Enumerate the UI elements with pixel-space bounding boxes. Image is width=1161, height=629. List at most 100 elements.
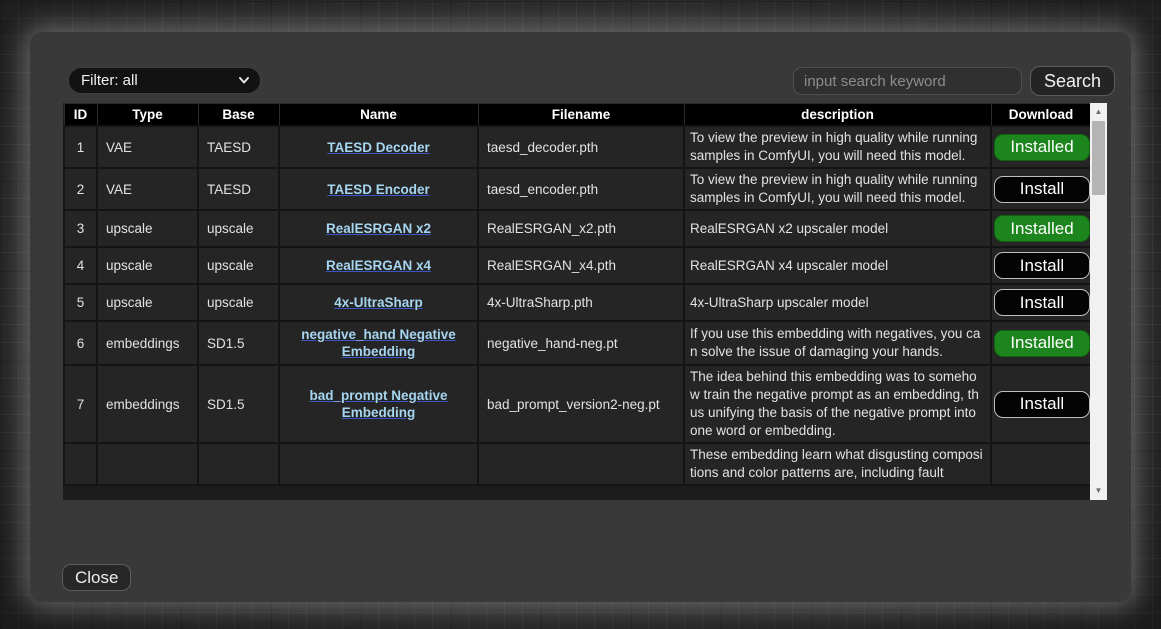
cell-base: [198, 443, 279, 485]
model-name-link[interactable]: 4x-UltraSharp: [334, 295, 423, 310]
model-table: IDTypeBaseNameFilenamedescriptionDownloa…: [63, 103, 1090, 486]
cell-filename: RealESRGAN_x4.pth: [478, 247, 684, 284]
cell-filename: 4x-UltraSharp.pth: [478, 284, 684, 321]
cell-download: [991, 443, 1090, 485]
column-header: Base: [198, 104, 279, 127]
search-button[interactable]: Search: [1030, 66, 1115, 96]
table-row: 7 embeddings SD1.5 bad_prompt Negative E…: [64, 365, 1090, 443]
table-row: 4 upscale upscale RealESRGAN x4 RealESRG…: [64, 247, 1090, 284]
table-scrollbar[interactable]: ▲ ▼: [1090, 103, 1107, 500]
search-input[interactable]: [793, 67, 1022, 95]
table-body: 1 VAE TAESD TAESD Decoder taesd_decoder.…: [64, 126, 1090, 485]
cell-type: upscale: [97, 284, 198, 321]
cell-description: To view the preview in high quality whil…: [684, 126, 991, 168]
model-manager-dialog: Filter: all Search IDTypeBaseNameFilenam…: [30, 32, 1131, 602]
model-table-zone: IDTypeBaseNameFilenamedescriptionDownloa…: [63, 103, 1107, 500]
cell-description: These embedding learn what disgusting co…: [684, 443, 991, 485]
cell-description: To view the preview in high quality whil…: [684, 168, 991, 210]
cell-description: If you use this embedding with negatives…: [684, 321, 991, 365]
cell-description: 4x-UltraSharp upscaler model: [684, 284, 991, 321]
cell-base: SD1.5: [198, 321, 279, 365]
cell-download: Installed: [991, 210, 1090, 247]
table-row: 3 upscale upscale RealESRGAN x2 RealESRG…: [64, 210, 1090, 247]
cell-id: 4: [64, 247, 97, 284]
download-button[interactable]: Installed: [994, 134, 1090, 161]
cell-filename: bad_prompt_version2-neg.pt: [478, 365, 684, 443]
cell-type: embeddings: [97, 321, 198, 365]
table-row: 1 VAE TAESD TAESD Decoder taesd_decoder.…: [64, 126, 1090, 168]
column-header: Type: [97, 104, 198, 127]
cell-filename: taesd_encoder.pth: [478, 168, 684, 210]
cell-type: VAE: [97, 126, 198, 168]
scroll-down-button[interactable]: ▼: [1090, 483, 1107, 499]
cell-id: 7: [64, 365, 97, 443]
column-header: Name: [279, 104, 478, 127]
cell-base: TAESD: [198, 126, 279, 168]
cell-name: TAESD Encoder: [279, 168, 478, 210]
model-name-link[interactable]: TAESD Encoder: [327, 182, 430, 197]
cell-download: Install: [991, 284, 1090, 321]
cell-name: RealESRGAN x4: [279, 247, 478, 284]
cell-base: SD1.5: [198, 365, 279, 443]
filter-select[interactable]: Filter: all: [68, 67, 261, 94]
cell-name: [279, 443, 478, 485]
download-button[interactable]: Install: [994, 176, 1090, 203]
cell-filename: RealESRGAN_x2.pth: [478, 210, 684, 247]
cell-type: embeddings: [97, 365, 198, 443]
cell-name: negative_hand Negative Embedding: [279, 321, 478, 365]
cell-download: Install: [991, 247, 1090, 284]
cell-id: 6: [64, 321, 97, 365]
scroll-up-button[interactable]: ▲: [1090, 104, 1107, 120]
cell-base: TAESD: [198, 168, 279, 210]
cell-filename: [478, 443, 684, 485]
column-header: Download: [991, 104, 1090, 127]
table-row: These embedding learn what disgusting co…: [64, 443, 1090, 485]
cell-name: bad_prompt Negative Embedding: [279, 365, 478, 443]
model-name-link[interactable]: negative_hand Negative Embedding: [301, 327, 456, 359]
model-name-link[interactable]: RealESRGAN x4: [326, 258, 431, 273]
column-header: Filename: [478, 104, 684, 127]
cell-base: upscale: [198, 247, 279, 284]
close-button[interactable]: Close: [62, 564, 131, 591]
table-row: 5 upscale upscale 4x-UltraSharp 4x-Ultra…: [64, 284, 1090, 321]
cell-description: The idea behind this embedding was to so…: [684, 365, 991, 443]
download-button[interactable]: Installed: [994, 330, 1090, 357]
cell-name: 4x-UltraSharp: [279, 284, 478, 321]
table-row: 6 embeddings SD1.5 negative_hand Negativ…: [64, 321, 1090, 365]
cell-base: upscale: [198, 210, 279, 247]
download-button[interactable]: Install: [994, 391, 1090, 418]
cell-id: 1: [64, 126, 97, 168]
cell-filename: negative_hand-neg.pt: [478, 321, 684, 365]
cell-filename: taesd_decoder.pth: [478, 126, 684, 168]
cell-id: 5: [64, 284, 97, 321]
cell-base: upscale: [198, 284, 279, 321]
cell-description: RealESRGAN x4 upscaler model: [684, 247, 991, 284]
model-name-link[interactable]: TAESD Decoder: [327, 140, 430, 155]
cell-type: [97, 443, 198, 485]
cell-type: upscale: [97, 247, 198, 284]
cell-download: Install: [991, 168, 1090, 210]
column-header: ID: [64, 104, 97, 127]
model-name-link[interactable]: bad_prompt Negative Embedding: [309, 388, 447, 420]
cell-type: VAE: [97, 168, 198, 210]
cell-description: RealESRGAN x2 upscaler model: [684, 210, 991, 247]
cell-type: upscale: [97, 210, 198, 247]
cell-name: RealESRGAN x2: [279, 210, 478, 247]
download-button[interactable]: Installed: [994, 215, 1090, 242]
download-button[interactable]: Install: [994, 252, 1090, 279]
cell-download: Install: [991, 365, 1090, 443]
scrollbar-thumb[interactable]: [1092, 121, 1105, 195]
model-table-wrap: IDTypeBaseNameFilenamedescriptionDownloa…: [63, 103, 1090, 500]
download-button[interactable]: Install: [994, 289, 1090, 316]
cell-download: Installed: [991, 321, 1090, 365]
column-header: description: [684, 104, 991, 127]
filter-select-wrap: Filter: all: [68, 67, 261, 94]
cell-id: [64, 443, 97, 485]
cell-name: TAESD Decoder: [279, 126, 478, 168]
cell-download: Installed: [991, 126, 1090, 168]
cell-id: 3: [64, 210, 97, 247]
cell-id: 2: [64, 168, 97, 210]
table-row: 2 VAE TAESD TAESD Encoder taesd_encoder.…: [64, 168, 1090, 210]
model-name-link[interactable]: RealESRGAN x2: [326, 221, 431, 236]
table-header-row: IDTypeBaseNameFilenamedescriptionDownloa…: [64, 104, 1090, 127]
